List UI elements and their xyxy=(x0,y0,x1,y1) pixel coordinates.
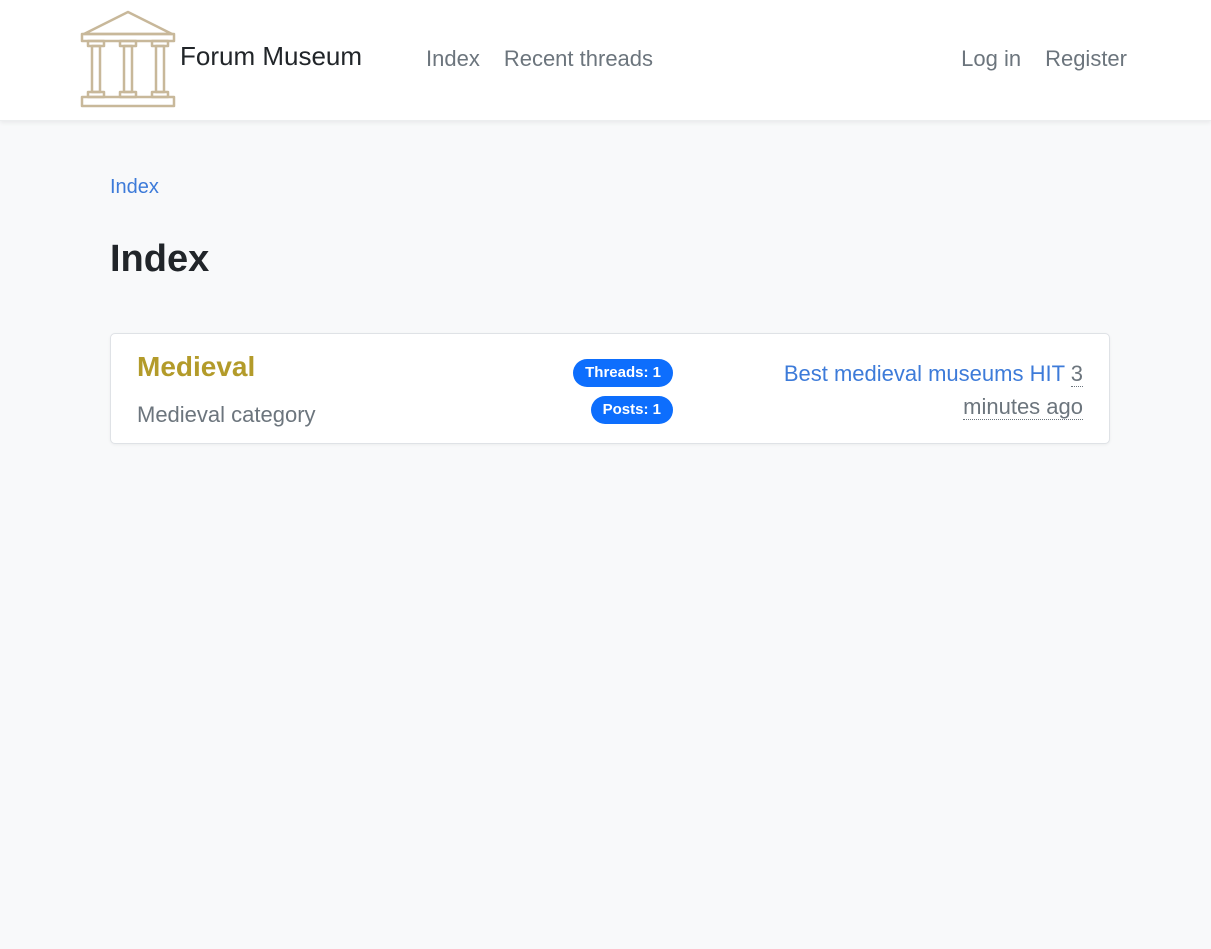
nav-link-recent-threads[interactable]: Recent threads xyxy=(504,46,653,72)
page-title: Index xyxy=(110,238,210,280)
main-nav: Index Recent threads xyxy=(426,46,653,72)
navbar: Forum Museum Index Recent threads Log in… xyxy=(0,0,1211,121)
category-description: Medieval category xyxy=(137,402,316,427)
brand-link[interactable]: Forum Museum xyxy=(80,10,362,110)
breadcrumb-item-index[interactable]: Index xyxy=(110,176,159,199)
temple-columns-icon xyxy=(80,10,176,110)
category-stats: Threads: 1 Posts: 1 xyxy=(573,359,673,424)
brand-name: Forum Museum xyxy=(180,40,363,71)
nav-link-index[interactable]: Index xyxy=(426,46,480,72)
category-name-link[interactable]: Medieval xyxy=(137,351,255,383)
latest-post: Best medieval museums HIT 3 minutes ago xyxy=(743,357,1083,423)
latest-thread-link[interactable]: Best medieval museums HIT xyxy=(784,361,1065,386)
category-card: Medieval Medieval category Threads: 1 Po… xyxy=(110,333,1110,444)
posts-count-badge: Posts: 1 xyxy=(590,396,673,424)
register-link[interactable]: Register xyxy=(1045,46,1127,72)
threads-count-badge: Threads: 1 xyxy=(573,359,673,387)
login-link[interactable]: Log in xyxy=(961,46,1021,72)
auth-nav: Log in Register xyxy=(961,46,1127,72)
